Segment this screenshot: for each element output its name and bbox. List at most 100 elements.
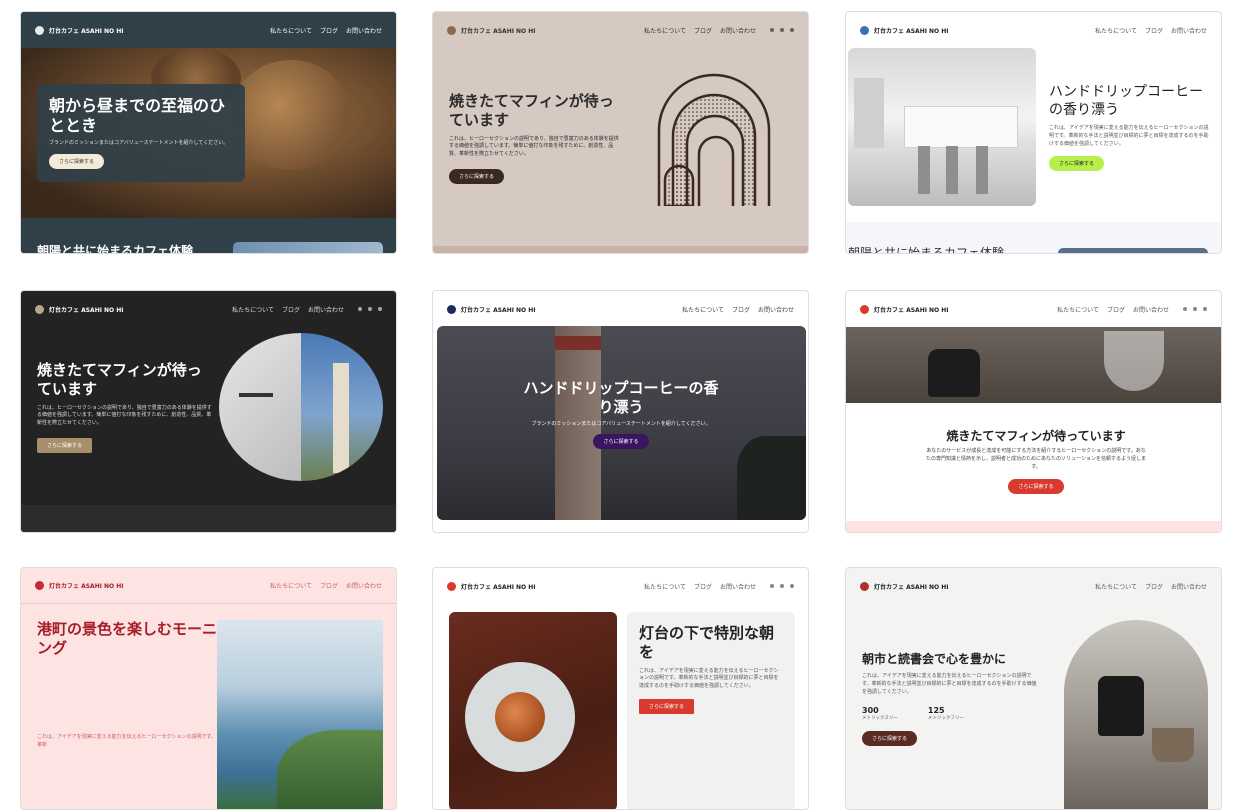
site-header: 灯台カフェ ASAHI NO HI 私たちについて ブログ お問い合わせ [846,568,1221,604]
section-band: 朝陽と共に始まるカフェ体験 [21,218,396,254]
nav-link-blog[interactable]: ブログ [694,582,712,591]
nav-link-blog[interactable]: ブログ [1107,305,1125,314]
hero-title: ハンドドリップコーヒーの香り漂う [1049,84,1203,118]
facebook-icon[interactable] [780,584,784,588]
template-card-5[interactable]: 灯台カフェ ASAHI NO HI 私たちについて ブログ お問い合わせ ハンド… [432,290,809,533]
lighthouse-logo-icon [860,304,869,314]
nav-link-contact[interactable]: お問い合わせ [346,581,382,590]
kettle-arch-photo [1064,620,1208,809]
lighthouse-logo-icon [35,581,44,590]
brand-name: 灯台カフェ ASAHI NO HI [874,27,949,35]
brand-name: 灯台カフェ ASAHI NO HI [874,306,949,314]
hero-description: これは、ヒーローセクションの説明であり、独自で豊富力のある体験を提供する価値を強… [449,135,619,158]
nav-link-blog[interactable]: ブログ [320,581,338,590]
template-card-9[interactable]: 灯台カフェ ASAHI NO HI 私たちについて ブログ お問い合わせ 朝市と… [845,567,1222,810]
brand-name: 灯台カフェ ASAHI NO HI [461,306,536,314]
nav-link-about[interactable]: 私たちについて [1095,26,1137,35]
nav-link-contact[interactable]: お問い合わせ [1171,582,1207,591]
nav-link-about[interactable]: 私たちについて [682,305,724,314]
instagram-icon[interactable] [358,307,362,311]
section-heading: 朝陽と共に始まるカフェ体験 [37,244,194,254]
brand-name: 灯台カフェ ASAHI NO HI [461,583,536,591]
explore-button[interactable]: さらに探索する [1049,156,1105,172]
template-card-4[interactable]: 灯台カフェ ASAHI NO HI 私たちについて ブログ お問い合わせ 焼きた… [20,290,397,533]
explore-button[interactable]: さらに探索する [862,731,918,747]
template-card-1[interactable]: 灯台カフェ ASAHI NO HI 私たちについて ブログ お問い合わせ 朝から… [20,11,397,254]
nav-link-about[interactable]: 私たちについて [644,26,686,35]
lighthouse-logo-icon [35,25,44,35]
explore-button[interactable]: さらに探索する [593,434,649,450]
nav-link-blog[interactable]: ブログ [282,305,300,314]
nav-link-about[interactable]: 私たちについて [644,582,686,591]
chair-lighthouse-circle [219,333,383,481]
template-card-7[interactable]: 灯台カフェ ASAHI NO HI 私たちについて ブログ お問い合わせ 港町の… [20,567,397,810]
hero-description: これは、アイデアを現実に変える能力を伝えるヒーローセクションの説明です。革新的な… [862,673,1037,695]
site-header: 灯台カフェ ASAHI NO HI 私たちについて ブログ お問い合わせ [433,568,808,604]
hero-panel: 灯台の下で特別な朝を これは、アイデアを現実に変える能力を伝えるヒーローセクショ… [627,612,795,809]
twitter-icon[interactable] [790,28,794,32]
lighthouse-logo-icon [860,25,869,35]
twitter-icon[interactable] [790,584,794,588]
nav-link-contact[interactable]: お問い合わせ [308,305,344,314]
facebook-icon[interactable] [780,28,784,32]
nav-link-about[interactable]: 私たちについて [1057,305,1099,314]
twitter-icon[interactable] [1203,307,1207,311]
hero-panel: 朝から昼までの至福のひととき ブランドのミッションまたはコアバリューステートメン… [37,84,245,182]
brand-name: 灯台カフェ ASAHI NO HI [49,583,124,590]
template-card-8[interactable]: 灯台カフェ ASAHI NO HI 私たちについて ブログ お問い合わせ 灯台の… [432,567,809,810]
nav-link-blog[interactable]: ブログ [320,26,338,35]
site-header: 灯台カフェ ASAHI NO HI 私たちについて ブログ お問い合わせ [21,291,396,327]
nav-link-about[interactable]: 私たちについて [1095,582,1137,591]
lighthouse-logo-icon [447,304,456,314]
nav-link-contact[interactable]: お問い合わせ [720,582,756,591]
explore-button[interactable]: さらに探索する [1008,479,1064,495]
footer-band [433,246,808,253]
lighthouse-logo-icon [35,304,44,314]
site-header: 灯台カフェ ASAHI NO HI 私たちについて ブログ お問い合わせ [433,291,808,327]
nav-link-blog[interactable]: ブログ [1145,582,1163,591]
hero-description: これは、アイデアを現実に変える能力を伝えるヒーローセクションの説明です。革新的な… [1049,125,1209,147]
lighthouse-logo-icon [447,581,456,591]
nav-link-blog[interactable]: ブログ [694,26,712,35]
explore-button[interactable]: さらに探索する [639,698,695,714]
hero-description: あなたのサービスが成長と達成を可能にする方法を紹介するヒーローセクションの説明で… [926,448,1146,470]
brand-name: 灯台カフェ ASAHI NO HI [874,583,949,591]
hero-title: ハンドドリップコーヒーの香り漂う [523,379,719,416]
explore-button[interactable]: さらに探索する [449,168,505,184]
hero-title: 港町の景色を楽しむモーニング [37,620,218,657]
nav-link-contact[interactable]: お問い合わせ [346,26,382,35]
facebook-icon[interactable] [368,307,372,311]
site-header: 灯台カフェ ASAHI NO HI 私たちについて ブログ お問い合わせ [21,568,396,604]
instagram-icon[interactable] [770,584,774,588]
coast-photo [217,620,383,809]
stat-value: 125 [927,706,945,716]
nav-link-blog[interactable]: ブログ [732,305,750,314]
explore-button[interactable]: さらに探索する [49,153,105,169]
site-header: 灯台カフェ ASAHI NO HI 私たちについて ブログ お問い合わせ [846,291,1221,327]
brand-name: 灯台カフェ ASAHI NO HI [49,27,124,35]
nav-link-about[interactable]: 私たちについて [270,26,312,35]
nav-link-about[interactable]: 私たちについて [270,581,312,590]
hero-description: これは、ヒーローセクションの説明であり、独自で豊富力のある体験を提供する価値を強… [37,404,212,427]
stat-value: 300 [862,706,879,716]
twitter-icon[interactable] [378,307,382,311]
template-card-6[interactable]: 灯台カフェ ASAHI NO HI 私たちについて ブログ お問い合わせ 焼きた… [845,290,1222,533]
nav-link-contact[interactable]: お問い合わせ [758,305,794,314]
instagram-icon[interactable] [1183,307,1187,311]
template-card-3[interactable]: 灯台カフェ ASAHI NO HI 私たちについて ブログ お問い合わせ ハンド… [845,11,1222,254]
nav-link-contact[interactable]: お問い合わせ [1133,305,1169,314]
site-header: 灯台カフェ ASAHI NO HI 私たちについて ブログ お問い合わせ [21,12,396,48]
nav-link-blog[interactable]: ブログ [1145,26,1163,35]
explore-button[interactable]: さらに探索する [37,437,93,453]
stat-label: メトリックスリー [862,716,898,722]
instagram-icon[interactable] [770,28,774,32]
facebook-icon[interactable] [1193,307,1197,311]
stat-label: メトリックフリー [927,716,964,722]
nav-link-about[interactable]: 私たちについて [232,305,274,314]
hero-title: 灯台の下で特別な朝を [639,624,775,661]
footer-band [846,521,1221,532]
nav-link-contact[interactable]: お問い合わせ [1171,26,1207,35]
template-card-2[interactable]: 灯台カフェ ASAHI NO HI 私たちについて ブログ お問い合わせ 焼きた… [432,11,809,254]
nav-link-contact[interactable]: お問い合わせ [720,26,756,35]
kettle-photo [846,327,1221,403]
